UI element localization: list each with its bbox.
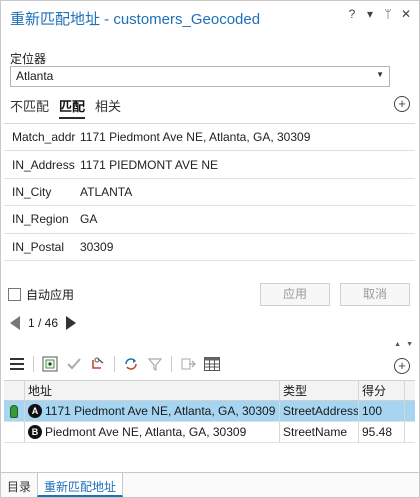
title-controls: ? ▾ ᛘ ✕	[347, 7, 411, 21]
field-value[interactable]: ATLANTA	[80, 185, 132, 199]
cell-type: StreetName	[280, 422, 359, 442]
zoom-to-candidate-icon[interactable]	[40, 354, 60, 374]
header-type[interactable]: 类型	[280, 381, 359, 400]
cell-spacer	[405, 401, 415, 421]
address-text: 1171 Piedmont Ave NE, Atlanta, GA, 30309	[45, 404, 276, 418]
tab-rematch-addresses[interactable]: 重新匹配地址	[37, 473, 124, 497]
header-score[interactable]: 得分	[359, 381, 405, 400]
pin-icon[interactable]: ᛘ	[383, 7, 393, 21]
row-marker	[4, 422, 25, 442]
filter-icon[interactable]	[145, 354, 165, 374]
add-icon[interactable]: +	[394, 96, 410, 112]
header-address[interactable]: 地址	[25, 381, 280, 400]
help-icon[interactable]: ?	[347, 7, 357, 21]
pick-address-icon[interactable]	[178, 354, 198, 374]
candidates-toolbar	[7, 353, 226, 375]
collapse-down-icon[interactable]: ▼	[406, 341, 413, 348]
bottom-tabs: 目录 重新匹配地址	[1, 472, 419, 497]
header-marker-col	[4, 381, 25, 400]
address-fields: Match_addr 1171 Piedmont Ave NE, Atlanta…	[4, 123, 415, 261]
address-text: Piedmont Ave NE, Atlanta, GA, 30309	[45, 425, 247, 439]
field-row: Match_addr 1171 Piedmont Ave NE, Atlanta…	[4, 124, 415, 152]
panel-scroll-arrows: ▲ ▼	[394, 341, 413, 348]
collapse-up-icon[interactable]: ▲	[394, 341, 401, 348]
field-value[interactable]: 30309	[80, 240, 113, 254]
apply-button[interactable]: 应用	[260, 283, 330, 306]
field-value[interactable]: 1171 Piedmont Ave NE, Atlanta, GA, 30309	[80, 130, 310, 144]
locator-select[interactable]: Atlanta ▼	[10, 66, 390, 87]
auto-apply-option[interactable]: 自动应用	[8, 286, 74, 303]
chevron-down-icon: ▼	[376, 70, 384, 79]
candidates-table: 地址 类型 得分 A 1171 Piedmont Ave NE, Atlanta…	[4, 380, 415, 443]
tab-tied[interactable]: 相关	[95, 96, 121, 119]
toolbar-divider	[171, 356, 172, 372]
cell-address: B Piedmont Ave NE, Atlanta, GA, 30309	[25, 422, 280, 442]
check-icon[interactable]	[64, 354, 84, 374]
cell-type: StreetAddress	[280, 401, 359, 421]
field-value[interactable]: 1171 PIEDMONT AVE NE	[80, 158, 218, 172]
title-bar: 重新匹配地址 - customers_Geocoded ? ▾ ᛘ ✕	[1, 1, 419, 35]
field-row: IN_Region GA	[4, 206, 415, 234]
toolbar-divider	[114, 356, 115, 372]
field-value[interactable]: GA	[80, 212, 97, 226]
cancel-button[interactable]: 取消	[340, 283, 410, 306]
locator-value: Atlanta	[16, 69, 54, 83]
rematch-icon[interactable]	[88, 354, 108, 374]
field-name: IN_City	[12, 184, 52, 199]
tab-unmatched[interactable]: 不匹配	[10, 96, 49, 119]
field-name: IN_Region	[12, 212, 69, 227]
close-icon[interactable]: ✕	[401, 7, 411, 21]
header-spacer	[405, 381, 415, 400]
field-name: Match_addr	[12, 130, 76, 145]
toolbar-divider	[33, 356, 34, 372]
tab-matched[interactable]: 匹配	[59, 96, 86, 119]
table-header: 地址 类型 得分	[4, 381, 415, 401]
cell-score: 95.48	[359, 422, 405, 442]
pager-text: 1 / 46	[28, 316, 59, 330]
add-candidate-icon[interactable]: +	[394, 358, 410, 374]
tab-catalog[interactable]: 目录	[1, 473, 37, 497]
candidate-badge-a: A	[28, 404, 42, 418]
auto-apply-checkbox[interactable]	[8, 288, 21, 301]
cell-address: A 1171 Piedmont Ave NE, Atlanta, GA, 303…	[25, 401, 280, 421]
field-name: IN_Postal	[12, 239, 65, 254]
map-marker-icon	[10, 404, 18, 418]
pane-title: 重新匹配地址 - customers_Geocoded	[10, 11, 261, 28]
row-marker	[4, 401, 25, 421]
table-row[interactable]: A 1171 Piedmont Ave NE, Atlanta, GA, 303…	[4, 401, 415, 422]
menu-icon[interactable]	[7, 354, 27, 374]
pager: 1 / 46	[10, 316, 77, 330]
cell-score: 100	[359, 401, 405, 421]
field-row: IN_City ATLANTA	[4, 179, 415, 207]
locator-label: 定位器	[10, 52, 47, 66]
field-row: IN_Postal 30309	[4, 234, 415, 261]
refresh-icon[interactable]	[121, 354, 141, 374]
table-icon[interactable]	[202, 354, 222, 374]
rematch-addresses-pane: 重新匹配地址 - customers_Geocoded ? ▾ ᛘ ✕ 定位器 …	[0, 0, 420, 498]
candidate-badge-b: B	[28, 425, 42, 439]
options-dropdown-icon[interactable]: ▾	[365, 7, 375, 21]
auto-apply-label: 自动应用	[26, 288, 75, 302]
field-name: IN_Address	[12, 157, 75, 172]
previous-record-icon[interactable]	[10, 316, 20, 330]
cell-spacer	[405, 422, 415, 442]
table-row[interactable]: B Piedmont Ave NE, Atlanta, GA, 30309 St…	[4, 422, 415, 443]
next-record-icon[interactable]	[66, 316, 77, 330]
field-row: IN_Address 1171 PIEDMONT AVE NE	[4, 151, 415, 179]
candidate-tabs: 不匹配 匹配 相关	[10, 96, 121, 119]
